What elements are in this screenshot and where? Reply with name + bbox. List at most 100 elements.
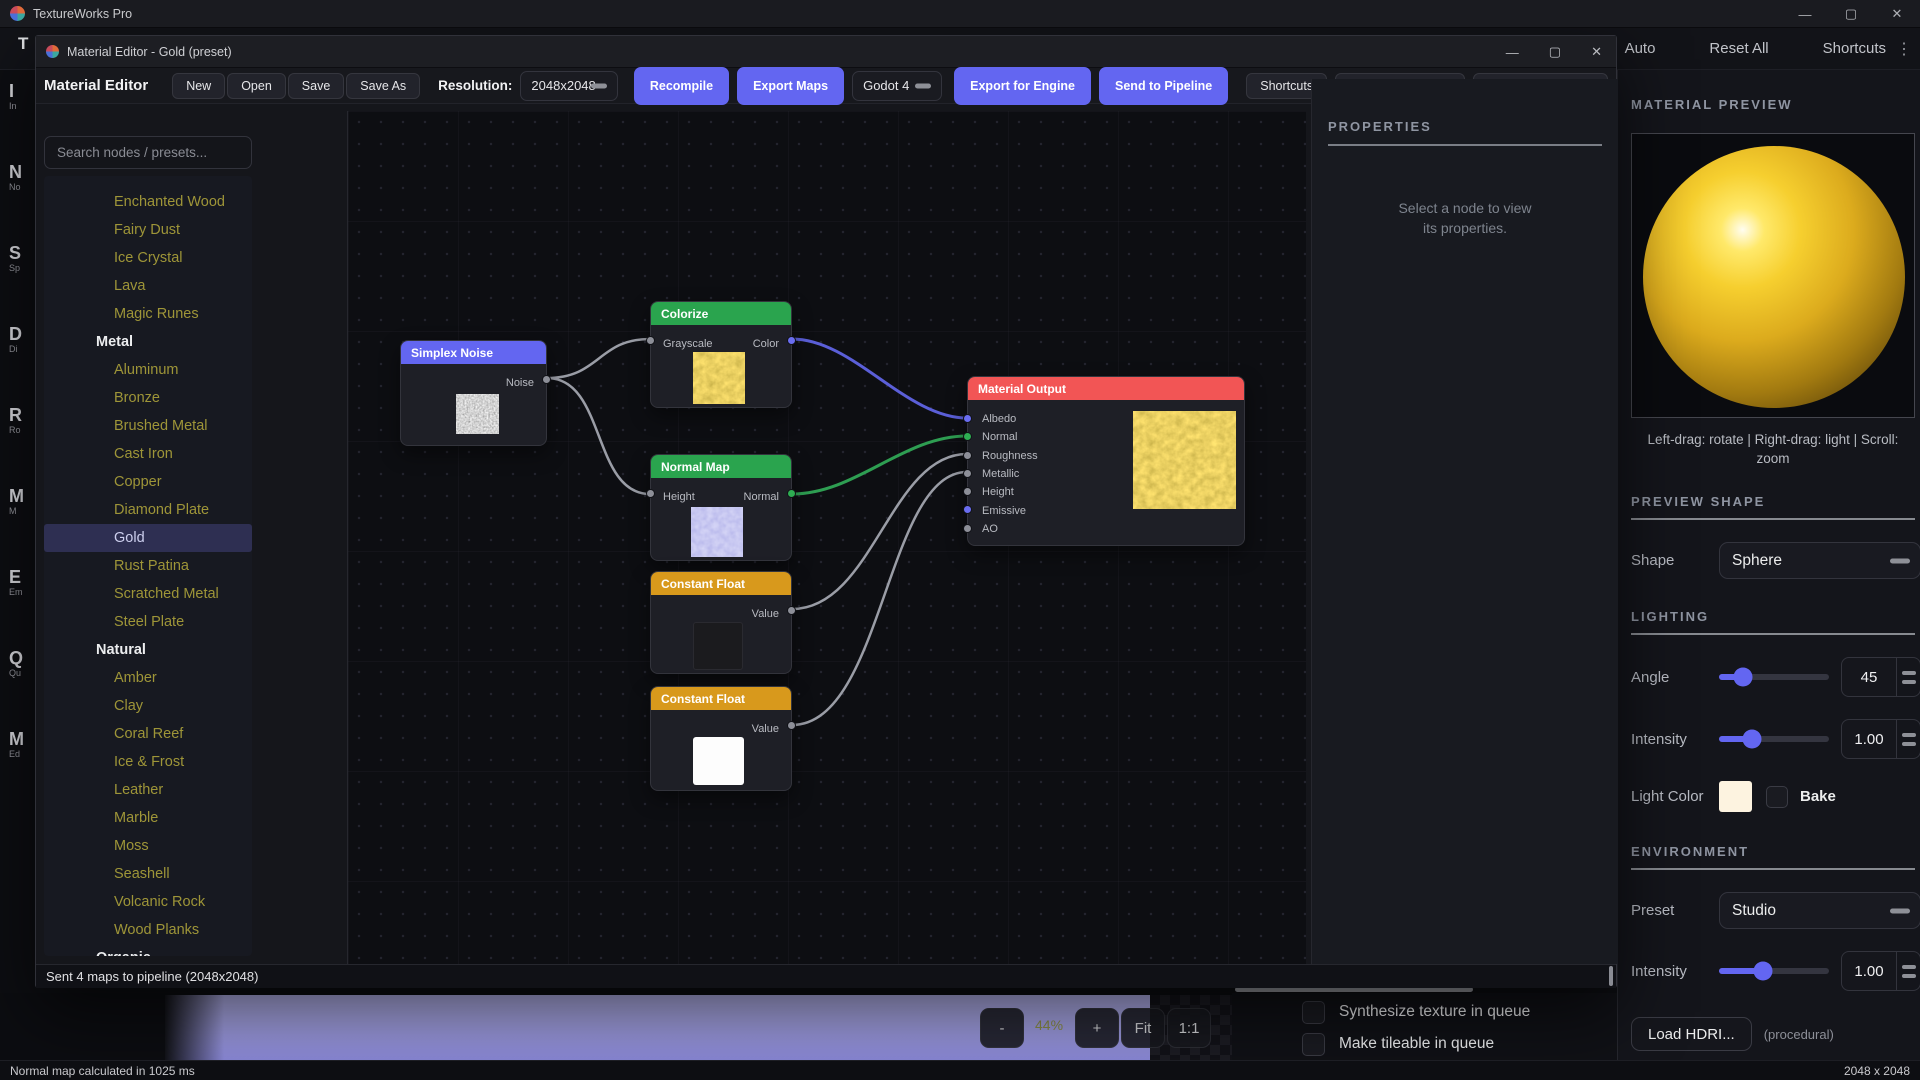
zoom-out-button[interactable]: - [980, 1008, 1024, 1048]
library-row[interactable]: Bronze [44, 384, 252, 412]
input-port[interactable] [963, 414, 972, 423]
input-port[interactable] [963, 505, 972, 514]
library-row[interactable]: Ice & Frost [44, 748, 252, 776]
library-row[interactable]: Steel Plate [44, 608, 252, 636]
load-hdri-button[interactable]: Load HDRI... [1631, 1017, 1752, 1051]
library-row[interactable]: Gold [44, 524, 252, 552]
spinner-arrows-icon[interactable] [1897, 951, 1920, 991]
top-action-button[interactable]: Reset All [1709, 40, 1768, 57]
recompile-button[interactable]: Recompile [634, 67, 729, 105]
input-port[interactable] [963, 487, 972, 496]
library-row[interactable]: Moss [44, 832, 252, 860]
port-height-in[interactable] [646, 489, 655, 498]
port-grayscale-in[interactable] [646, 336, 655, 345]
app-minimize-button[interactable]: — [1782, 0, 1828, 28]
top-action-button[interactable]: Shortcuts [1823, 40, 1886, 57]
library-row[interactable]: Rust Patina [44, 552, 252, 580]
library-row[interactable]: Ice Crystal [44, 244, 252, 272]
env-preset-dropdown[interactable]: Studio [1719, 892, 1920, 929]
angle-value[interactable]: 45 [1841, 657, 1897, 697]
library-row[interactable]: Scratched Metal [44, 580, 252, 608]
port-value-out[interactable] [787, 721, 796, 730]
rail-tool-item[interactable]: E Em [0, 568, 34, 597]
search-input[interactable]: Search nodes / presets... [44, 136, 252, 169]
library-row[interactable]: Lava [44, 272, 252, 300]
fit-button[interactable]: Fit [1121, 1008, 1165, 1048]
angle-slider-thumb[interactable] [1734, 668, 1753, 687]
rail-tool-item[interactable]: D Di [0, 325, 34, 354]
env-intensity-value[interactable]: 1.00 [1841, 951, 1897, 991]
spinner-arrows-icon[interactable] [1897, 719, 1920, 759]
export-maps-button[interactable]: Export Maps [737, 67, 844, 105]
preview-viewport[interactable] [1631, 133, 1915, 418]
light-intensity-slider[interactable] [1719, 736, 1829, 742]
file-button[interactable]: Save As [346, 73, 420, 99]
node-canvas[interactable]: Simplex Noise Noise Colorize Grayscale C… [347, 111, 1306, 964]
input-port[interactable] [963, 469, 972, 478]
app-maximize-button[interactable]: ▢ [1828, 0, 1874, 28]
rail-tool-item[interactable]: I In [0, 82, 34, 111]
library-row[interactable]: Brushed Metal [44, 412, 252, 440]
node-material-output[interactable]: Material Output Albedo Normal [967, 376, 1245, 546]
shape-dropdown[interactable]: Sphere [1719, 542, 1920, 579]
resolution-select[interactable]: 2048x2048 [520, 71, 617, 101]
rail-tool-item[interactable]: S Sp [0, 244, 34, 273]
zoom-in-button[interactable]: + [1075, 1008, 1119, 1048]
modal-titlebar[interactable]: Material Editor - Gold (preset) — ▢ ✕ [36, 36, 1616, 68]
file-button[interactable]: Save [288, 73, 345, 99]
library-row[interactable]: Natural [44, 636, 252, 664]
modal-close-button[interactable]: ✕ [1591, 44, 1602, 60]
library-row[interactable]: Copper [44, 468, 252, 496]
library-row[interactable]: Cast Iron [44, 440, 252, 468]
input-port[interactable] [963, 524, 972, 533]
light-intensity-slider-thumb[interactable] [1743, 730, 1762, 749]
node-simplex-noise[interactable]: Simplex Noise Noise [400, 340, 547, 446]
library-row[interactable]: Metal [44, 328, 252, 356]
library-row[interactable]: Coral Reef [44, 720, 252, 748]
library-row[interactable]: Seashell [44, 860, 252, 888]
library-row[interactable]: Marble [44, 804, 252, 832]
send-to-pipeline-button[interactable]: Send to Pipeline [1099, 67, 1228, 105]
rail-tool-item[interactable]: N No [0, 163, 34, 192]
input-port[interactable] [963, 451, 972, 460]
rail-tool-item[interactable]: M Ed [0, 730, 34, 759]
rail-tool-item[interactable]: Q Qu [0, 649, 34, 678]
library-row[interactable]: Diamond Plate [44, 496, 252, 524]
library-row[interactable]: Organic [44, 944, 252, 956]
file-button[interactable]: Open [227, 73, 286, 99]
node-normal-map[interactable]: Normal Map Height Normal [650, 454, 792, 561]
port-normal-out[interactable] [787, 489, 796, 498]
library-row[interactable]: Amber [44, 664, 252, 692]
port-value-out[interactable] [787, 606, 796, 615]
engine-select[interactable]: Godot 4 [852, 71, 942, 101]
input-port[interactable] [963, 432, 972, 441]
file-button[interactable]: New [172, 73, 225, 99]
light-color-swatch[interactable] [1719, 781, 1752, 812]
rail-tool-item[interactable]: R Ro [0, 406, 34, 435]
modal-maximize-button[interactable]: ▢ [1549, 44, 1561, 60]
library-row[interactable]: Aluminum [44, 356, 252, 384]
vertical-scrollbar[interactable] [1609, 966, 1613, 986]
export-for-engine-button[interactable]: Export for Engine [954, 67, 1091, 105]
library-row[interactable]: Fairy Dust [44, 216, 252, 244]
rail-tool-item[interactable]: M M [0, 487, 34, 516]
library-row[interactable]: Wood Planks [44, 916, 252, 944]
one-to-one-button[interactable]: 1:1 [1167, 1008, 1211, 1048]
library-row[interactable]: Magic Runes [44, 300, 252, 328]
env-intensity-slider[interactable] [1719, 968, 1829, 974]
node-colorize[interactable]: Colorize Grayscale Color [650, 301, 792, 408]
port-color-out[interactable] [787, 336, 796, 345]
node-constant-float-1[interactable]: Constant Float Value [650, 571, 792, 674]
library-row[interactable]: Leather [44, 776, 252, 804]
angle-slider[interactable] [1719, 674, 1829, 680]
library-row[interactable]: Volcanic Rock [44, 888, 252, 916]
queue-checkbox[interactable] [1302, 1001, 1325, 1024]
light-intensity-value[interactable]: 1.00 [1841, 719, 1897, 759]
queue-checkbox[interactable] [1302, 1033, 1325, 1056]
top-action-button[interactable]: Auto [1625, 40, 1656, 57]
modal-minimize-button[interactable]: — [1506, 45, 1519, 60]
node-constant-float-2[interactable]: Constant Float Value [650, 686, 792, 791]
library-row[interactable]: Enchanted Wood [44, 188, 252, 216]
library-row[interactable]: Clay [44, 692, 252, 720]
port-noise-out[interactable] [542, 375, 551, 384]
